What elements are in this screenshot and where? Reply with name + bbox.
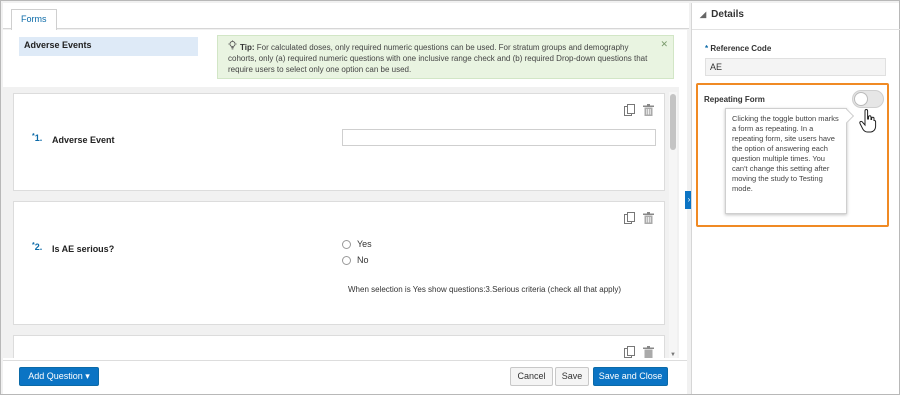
scrollbar-thumb[interactable]	[670, 94, 676, 150]
tip-banner: Tip: For calculated doses, only required…	[217, 35, 674, 79]
lightbulb-icon	[228, 40, 238, 53]
close-icon[interactable]: ✕	[660, 39, 668, 50]
tip-label: Tip:	[240, 43, 255, 52]
trash-icon[interactable]	[643, 104, 654, 119]
cancel-button[interactable]: Cancel	[510, 367, 553, 386]
tab-forms[interactable]: Forms	[11, 9, 57, 31]
hand-cursor-icon	[859, 108, 877, 133]
radio-button[interactable]	[342, 256, 351, 266]
footer-toolbar: Add Question ▾ Cancel Save Save and Clos…	[3, 360, 687, 394]
question-card[interactable]	[13, 335, 665, 358]
reference-code-label: * Reference Code	[705, 44, 772, 53]
toggle-knob[interactable]	[854, 92, 868, 106]
divider	[692, 29, 900, 30]
question-number: *2.	[32, 242, 43, 252]
repeating-form-tooltip: Clicking the toggle button marks a form …	[725, 108, 855, 214]
conditional-note: When selection is Yes show questions:3.S…	[348, 285, 622, 294]
details-panel: ◢ Details * Reference Code AE Repeating F…	[691, 3, 900, 394]
app-window: Forms Adverse Events Tip: For calculated…	[0, 0, 900, 395]
question-number: *1.	[32, 133, 43, 143]
tip-text: For calculated doses, only required nume…	[228, 43, 648, 74]
repeating-form-toggle[interactable]	[852, 90, 884, 108]
add-question-button[interactable]: Add Question ▾	[19, 367, 99, 386]
reference-code-field[interactable]: AE	[705, 58, 886, 76]
question-card[interactable]: *2. Is AE serious? Yes No When selection…	[13, 201, 665, 325]
adverse-event-input[interactable]	[342, 129, 656, 146]
tab-strip: Forms	[3, 3, 689, 31]
caret-down-icon: ▾	[85, 371, 90, 381]
form-editor-panel: Adverse Events Tip: For calculated doses…	[3, 30, 687, 394]
questions-list[interactable]: *1. Adverse Event *2. Is AE serious? Yes	[3, 87, 679, 358]
details-header[interactable]: ◢ Details	[700, 9, 744, 20]
form-name[interactable]: Adverse Events	[19, 37, 198, 56]
copy-icon[interactable]	[624, 346, 643, 358]
trash-icon[interactable]	[643, 346, 654, 358]
save-button[interactable]: Save	[555, 367, 589, 386]
radio-option-no[interactable]: No	[342, 255, 369, 266]
question-card[interactable]: *1. Adverse Event	[13, 93, 665, 191]
triangle-down-icon[interactable]: ◢	[700, 10, 706, 19]
repeating-form-label: Repeating Form	[704, 95, 765, 104]
scroll-down-icon[interactable]: ▼	[669, 352, 677, 358]
radio-option-yes[interactable]: Yes	[342, 239, 372, 250]
question-label: Is AE serious?	[52, 244, 115, 254]
copy-icon[interactable]	[624, 212, 643, 227]
tooltip-text: Clicking the toggle button marks a form …	[732, 114, 839, 193]
copy-icon[interactable]	[624, 104, 643, 119]
trash-icon[interactable]	[643, 212, 654, 227]
vertical-scrollbar[interactable]: ▼	[669, 92, 677, 358]
question-label: Adverse Event	[52, 135, 115, 145]
radio-button[interactable]	[342, 240, 351, 250]
save-and-close-button[interactable]: Save and Close	[593, 367, 668, 386]
